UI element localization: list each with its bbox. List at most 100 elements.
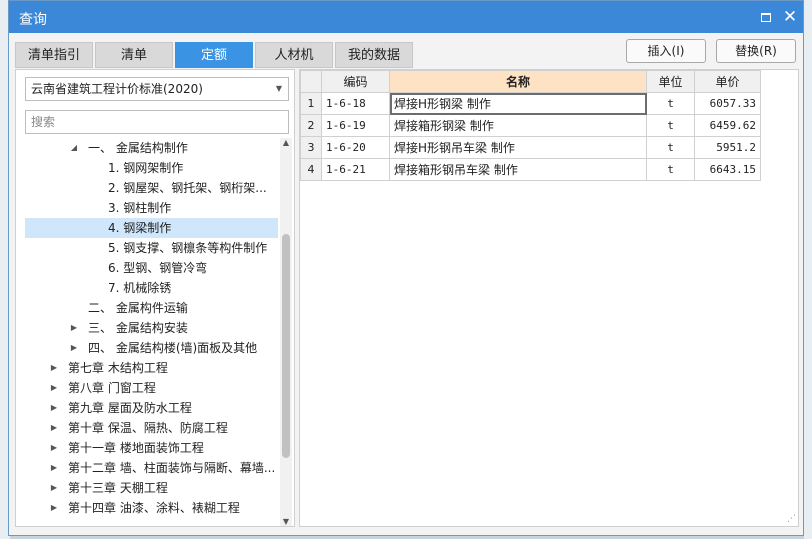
tree-item-label: 4. 钢梁制作 <box>108 221 172 235</box>
tree-item-label: 二、 金属构件运输 <box>88 301 188 315</box>
tab-quota[interactable]: 定额 <box>175 42 253 68</box>
tree-item-label: 3. 钢柱制作 <box>108 201 172 215</box>
chapter-tree: ◢ 一、 金属结构制作 1. 钢网架制作 2. 钢屋架、钢托架、钢桁架... 3. 钢柱… <box>25 138 278 526</box>
name-cell[interactable]: 焊接H形钢梁 制作 <box>389 92 647 115</box>
triangle-right-icon[interactable]: ▶ <box>49 478 59 498</box>
name-column-header[interactable]: 名称 <box>389 70 647 93</box>
chevron-down-icon: ▼ <box>275 84 282 93</box>
unit-cell[interactable]: t <box>646 92 695 115</box>
tree-item[interactable]: 1. 钢网架制作 <box>25 158 278 178</box>
scrollbar-thumb[interactable] <box>282 234 290 458</box>
dialog-title: 查询 <box>19 12 47 28</box>
triangle-right-icon[interactable]: ▶ <box>49 398 59 418</box>
tree-item-label: 三、 金属结构安装 <box>88 321 188 335</box>
background-app-right <box>804 0 812 539</box>
tree-item[interactable]: 4. 钢梁制作 <box>25 218 278 238</box>
tree-item[interactable]: 3. 钢柱制作 <box>25 198 278 218</box>
standard-select[interactable]: 云南省建筑工程计价标准(2020) ▼ <box>25 77 289 101</box>
search-input[interactable] <box>25 110 289 134</box>
tree-item-label: 1. 钢网架制作 <box>108 161 184 175</box>
resize-grip-icon[interactable]: ⋰ <box>787 514 796 524</box>
tree-item[interactable]: 7. 机械除锈 <box>25 278 278 298</box>
unit-column-header[interactable]: 单位 <box>646 70 695 93</box>
tree-item[interactable]: ▶ 第七章 木结构工程 <box>25 358 278 378</box>
tree-item[interactable]: ▶ 第十章 保温、隔热、防腐工程 <box>25 418 278 438</box>
unit-cell[interactable]: t <box>646 114 695 137</box>
quota-table-panel: 编码 名称 单位 单价 1 1-6-18 焊接H形钢梁 制作 t 6057.33 2 1-6… <box>299 69 799 527</box>
title-bar[interactable]: 查询 ✕ <box>9 1 803 33</box>
tab-bill-guide[interactable]: 清单指引 <box>15 42 93 68</box>
tree-item[interactable]: ▶ 三、 金属结构安装 <box>25 318 278 338</box>
triangle-right-icon[interactable]: ▶ <box>49 358 59 378</box>
triangle-right-icon[interactable]: ▶ <box>49 498 59 518</box>
triangle-right-icon[interactable]: ▶ <box>69 318 79 338</box>
tree-item[interactable]: ▶ 四、 金属结构楼(墙)面板及其他 <box>25 338 278 358</box>
code-cell[interactable]: 1-6-20 <box>321 136 390 159</box>
dialog-body: 清单指引 清单 定额 人材机 我的数据 插入(I) 替换(R) 云南省建筑工程计… <box>9 33 803 535</box>
unit-cell[interactable]: t <box>646 158 695 181</box>
tree-item-label: 第九章 屋面及防水工程 <box>68 401 192 415</box>
price-column-header[interactable]: 单价 <box>694 70 761 93</box>
name-cell[interactable]: 焊接H形钢吊车梁 制作 <box>389 136 647 159</box>
name-cell[interactable]: 焊接箱形钢吊车梁 制作 <box>389 158 647 181</box>
close-icon[interactable]: ✕ <box>781 8 799 26</box>
price-cell[interactable]: 6643.15 <box>694 158 761 181</box>
scroll-down-icon[interactable]: ▼ <box>280 517 292 526</box>
tree-item[interactable]: ▶ 第十二章 墙、柱面装饰与隔断、幕墙... <box>25 458 278 478</box>
tree-item-label: 第十四章 油漆、涂料、裱糊工程 <box>68 501 240 515</box>
tree-item-label: 第十三章 天棚工程 <box>68 481 168 495</box>
tree-item[interactable]: ▶ 第十一章 楼地面装饰工程 <box>25 438 278 458</box>
triangle-right-icon[interactable]: ▶ <box>49 378 59 398</box>
code-cell[interactable]: 1-6-21 <box>321 158 390 181</box>
tab-labor-material-machine[interactable]: 人材机 <box>255 42 333 68</box>
standard-select-value: 云南省建筑工程计价标准(2020) <box>31 82 203 96</box>
tree-item[interactable]: 5. 钢支撑、钢檩条等构件制作 <box>25 238 278 258</box>
tree-item-label: 第十二章 墙、柱面装饰与隔断、幕墙... <box>68 461 276 475</box>
triangle-right-icon[interactable]: ▶ <box>69 338 79 358</box>
code-column-header[interactable]: 编码 <box>321 70 390 93</box>
row-number-cell[interactable]: 2 <box>300 114 322 137</box>
tree-item-label: 第十一章 楼地面装饰工程 <box>68 441 204 455</box>
tree-item-label: 7. 机械除锈 <box>108 281 172 295</box>
insert-button[interactable]: 插入(I) <box>626 39 706 63</box>
unit-cell[interactable]: t <box>646 136 695 159</box>
table-row[interactable]: 1 1-6-18 焊接H形钢梁 制作 t 6057.33 <box>300 92 761 115</box>
row-number-cell[interactable]: 3 <box>300 136 322 159</box>
price-cell[interactable]: 6459.62 <box>694 114 761 137</box>
code-cell[interactable]: 1-6-19 <box>321 114 390 137</box>
quota-tree-panel: 云南省建筑工程计价标准(2020) ▼ ◢ 一、 金属结构制作 1. 钢网架制作 2.… <box>15 69 295 527</box>
tree-item-label: 5. 钢支撑、钢檩条等构件制作 <box>108 241 268 255</box>
code-cell[interactable]: 1-6-18 <box>321 92 390 115</box>
row-number-header <box>300 70 322 93</box>
row-number-cell[interactable]: 4 <box>300 158 322 181</box>
row-number-cell[interactable]: 1 <box>300 92 322 115</box>
tree-item[interactable]: 2. 钢屋架、钢托架、钢桁架... <box>25 178 278 198</box>
tree-item[interactable]: ▶ 第九章 屋面及防水工程 <box>25 398 278 418</box>
tree-item[interactable]: ▶ 第八章 门窗工程 <box>25 378 278 398</box>
triangle-right-icon[interactable]: ▶ <box>49 458 59 478</box>
maximize-icon[interactable] <box>757 8 775 26</box>
tree-item[interactable]: ▶ 第十四章 油漆、涂料、裱糊工程 <box>25 498 278 518</box>
tree-item-label: 一、 金属结构制作 <box>88 141 188 155</box>
tree-item[interactable]: ◢ 一、 金属结构制作 <box>25 138 278 158</box>
tree-item-label: 第八章 门窗工程 <box>68 381 156 395</box>
price-cell[interactable]: 6057.33 <box>694 92 761 115</box>
quota-table: 编码 名称 单位 单价 1 1-6-18 焊接H形钢梁 制作 t 6057.33 2 1-6… <box>300 70 761 181</box>
name-cell[interactable]: 焊接箱形钢梁 制作 <box>389 114 647 137</box>
table-row[interactable]: 2 1-6-19 焊接箱形钢梁 制作 t 6459.62 <box>300 114 761 137</box>
tree-item[interactable]: 6. 型钢、钢管冷弯 <box>25 258 278 278</box>
table-row[interactable]: 3 1-6-20 焊接H形钢吊车梁 制作 t 5951.2 <box>300 136 761 159</box>
tree-scrollbar[interactable]: ▲ ▼ <box>280 138 292 526</box>
triangle-down-icon[interactable]: ◢ <box>69 138 79 158</box>
tree-item[interactable]: 二、 金属构件运输 <box>25 298 278 318</box>
scroll-up-icon[interactable]: ▲ <box>280 138 292 147</box>
table-row[interactable]: 4 1-6-21 焊接箱形钢吊车梁 制作 t 6643.15 <box>300 158 761 181</box>
tree-item-label: 第十章 保温、隔热、防腐工程 <box>68 421 228 435</box>
triangle-right-icon[interactable]: ▶ <box>49 418 59 438</box>
tree-item[interactable]: ▶ 第十三章 天棚工程 <box>25 478 278 498</box>
triangle-right-icon[interactable]: ▶ <box>49 438 59 458</box>
tab-my-data[interactable]: 我的数据 <box>335 42 413 68</box>
tab-bill[interactable]: 清单 <box>95 42 173 68</box>
price-cell[interactable]: 5951.2 <box>694 136 761 159</box>
replace-button[interactable]: 替换(R) <box>716 39 796 63</box>
